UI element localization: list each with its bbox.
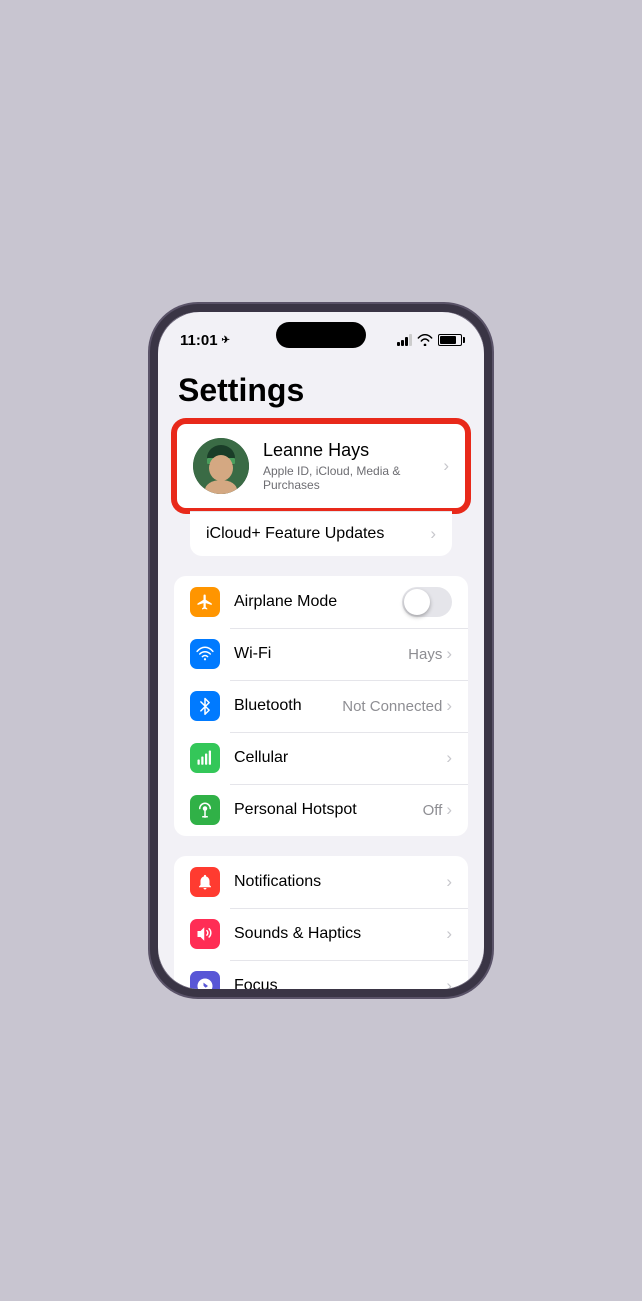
sounds-row[interactable]: Sounds & Haptics ›: [174, 908, 468, 960]
wifi-status-icon: [417, 334, 433, 346]
wifi-label: Wi-Fi: [234, 645, 271, 663]
volume-down-button: [150, 467, 152, 495]
hotspot-icon: [190, 795, 220, 825]
wifi-icon: [190, 639, 220, 669]
wifi-content: Wi-Fi Hays ›: [234, 644, 452, 664]
hotspot-label: Personal Hotspot: [234, 801, 357, 819]
notifications-section: Notifications ›: [174, 856, 468, 989]
bluetooth-content: Bluetooth Not Connected ›: [234, 696, 452, 716]
wifi-value: Hays ›: [408, 644, 452, 664]
cellular-label: Cellular: [234, 749, 288, 767]
volume-up-button: [150, 430, 152, 458]
avatar-image: [193, 438, 249, 494]
sounds-content: Sounds & Haptics ›: [234, 924, 452, 944]
notifications-label: Notifications: [234, 873, 321, 891]
hotspot-content: Personal Hotspot Off ›: [234, 800, 452, 820]
cellular-row[interactable]: Cellular ›: [174, 732, 468, 784]
bluetooth-label: Bluetooth: [234, 697, 302, 715]
focus-chevron: ›: [446, 976, 452, 989]
page-title: Settings: [158, 356, 484, 421]
sounds-chevron: ›: [446, 924, 452, 944]
cellular-chevron: ›: [446, 748, 452, 768]
airplane-mode-content: Airplane Mode: [234, 587, 452, 617]
cellular-content: Cellular ›: [234, 748, 452, 768]
profile-chevron: ›: [443, 456, 449, 476]
scroll-content[interactable]: Settings: [158, 356, 484, 989]
connectivity-section: Airplane Mode Wi-: [174, 576, 468, 836]
cellular-icon: [190, 743, 220, 773]
notifications-chevron: ›: [446, 872, 452, 892]
notifications-row[interactable]: Notifications ›: [174, 856, 468, 908]
phone-frame: 11:01 ✈︎: [150, 304, 492, 997]
wifi-row[interactable]: Wi-Fi Hays ›: [174, 628, 468, 680]
sounds-icon: [190, 919, 220, 949]
hotspot-value: Off ›: [423, 800, 452, 820]
bluetooth-row[interactable]: Bluetooth Not Connected ›: [174, 680, 468, 732]
screen: 11:01 ✈︎: [158, 312, 484, 989]
focus-row[interactable]: Focus ›: [174, 960, 468, 989]
airplane-mode-toggle[interactable]: [402, 587, 452, 617]
focus-label: Focus: [234, 977, 278, 989]
avatar: [193, 438, 249, 494]
airplane-mode-label: Airplane Mode: [234, 593, 337, 611]
notifications-content: Notifications ›: [234, 872, 452, 892]
profile-section: Leanne Hays Apple ID, iCloud, Media & Pu…: [174, 421, 468, 556]
hotspot-row[interactable]: Personal Hotspot Off ›: [174, 784, 468, 836]
dynamic-island: [276, 322, 366, 348]
profile-subtitle: Apple ID, iCloud, Media & Purchases: [263, 464, 429, 492]
signal-bars: [397, 334, 412, 346]
icloud-label: iCloud+ Feature Updates: [206, 525, 384, 543]
status-icons: [397, 334, 462, 346]
notifications-icon: [190, 867, 220, 897]
battery-icon: [438, 334, 462, 346]
status-time: 11:01 ✈︎: [180, 332, 230, 349]
focus-icon: [190, 971, 220, 989]
airplane-mode-row[interactable]: Airplane Mode: [174, 576, 468, 628]
icloud-chevron: ›: [430, 524, 436, 544]
airplane-mode-icon: [190, 587, 220, 617]
profile-name: Leanne Hays: [263, 440, 429, 462]
focus-content: Focus ›: [234, 976, 452, 989]
bluetooth-value: Not Connected ›: [342, 696, 452, 716]
profile-info: Leanne Hays Apple ID, iCloud, Media & Pu…: [263, 440, 429, 492]
profile-card[interactable]: Leanne Hays Apple ID, iCloud, Media & Pu…: [174, 421, 468, 511]
icloud-row[interactable]: iCloud+ Feature Updates ›: [190, 511, 452, 556]
location-icon: ✈︎: [222, 335, 230, 346]
bluetooth-icon: [190, 691, 220, 721]
sounds-label: Sounds & Haptics: [234, 925, 361, 943]
